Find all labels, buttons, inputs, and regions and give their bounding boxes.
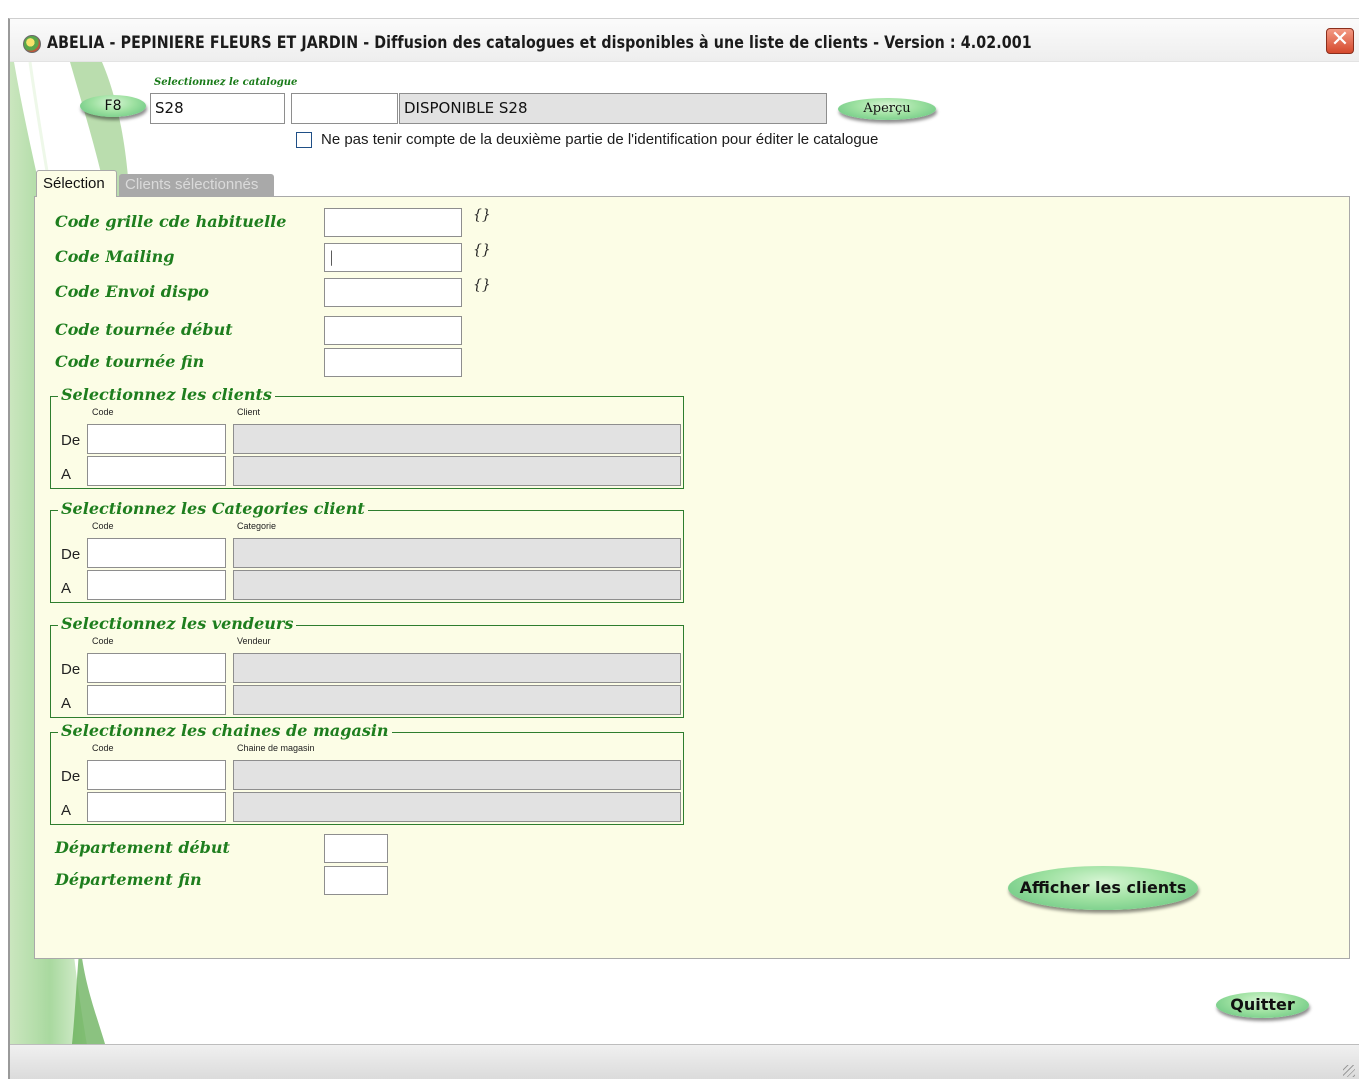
ignore-second-part-checkbox[interactable] (296, 132, 312, 149)
departement-debut-label: Département début (55, 838, 230, 857)
tab-selection[interactable]: Sélection (36, 170, 117, 197)
vendeurs-from-code-input[interactable] (87, 653, 226, 683)
main-window: ABELIA - PEPINIERE FLEURS ET JARDIN - Di… (8, 18, 1359, 1079)
vendeurs-name-header: Vendeur (237, 636, 271, 646)
code-grille-lookup-icon[interactable]: {} (473, 207, 491, 223)
catalogue-section-label: Selectionnez le catalogue (154, 77, 298, 88)
selection-panel: Code grille cde habituelle {} Code Maili… (34, 196, 1350, 959)
clients-from-name-field (233, 424, 681, 454)
categories-to-code-input[interactable] (87, 570, 226, 600)
code-tournee-fin-label: Code tournée fin (55, 352, 205, 371)
tab-clients-selectionnes[interactable]: Clients sélectionnés (119, 174, 274, 197)
app-flower-icon (23, 35, 41, 53)
catalogue-code2-input[interactable] (291, 93, 398, 124)
vendeurs-code-header: Code (92, 636, 114, 646)
chaines-group: Selectionnez les chaines de magasin Code… (50, 721, 684, 825)
chaines-to-name-field (233, 792, 681, 822)
chaines-code-header: Code (92, 743, 114, 753)
catalogue-code-input[interactable]: S28 (150, 93, 285, 124)
categories-to-label: A (61, 580, 72, 597)
preview-button[interactable]: Aperçu (838, 98, 936, 120)
ignore-second-part-label: Ne pas tenir compte de la deuxième parti… (321, 131, 879, 148)
departement-fin-label: Département fin (55, 870, 202, 889)
code-tournee-fin-input[interactable] (324, 348, 462, 377)
vendeurs-group: Selectionnez les vendeurs Code Vendeur D… (50, 614, 684, 718)
clients-to-name-field (233, 456, 681, 486)
quit-button[interactable]: Quitter (1216, 992, 1309, 1018)
vendeurs-from-label: De (61, 661, 81, 678)
vendeurs-to-name-field (233, 685, 681, 715)
code-grille-input[interactable] (324, 208, 462, 237)
chaines-from-code-input[interactable] (87, 760, 226, 790)
code-grille-label: Code grille cde habituelle (55, 212, 287, 231)
code-envoi-input[interactable] (324, 278, 462, 307)
clients-name-header: Client (237, 407, 261, 417)
code-envoi-label: Code Envoi dispo (55, 282, 209, 301)
ignore-second-part-row[interactable]: Ne pas tenir compte de la deuxième parti… (296, 131, 879, 149)
window-title: ABELIA - PEPINIERE FLEURS ET JARDIN - Di… (47, 33, 1032, 53)
code-tournee-debut-label: Code tournée début (55, 320, 233, 339)
vendeurs-group-title: Selectionnez les vendeurs (58, 614, 297, 633)
code-mailing-lookup-icon[interactable]: {} (473, 242, 491, 258)
clients-from-code-input[interactable] (87, 424, 226, 454)
categories-group: Selectionnez les Categories client Code … (50, 499, 684, 603)
vendeurs-to-code-input[interactable] (87, 685, 226, 715)
categories-from-name-field (233, 538, 681, 568)
categories-to-name-field (233, 570, 681, 600)
clients-to-label: A (61, 466, 72, 483)
close-button[interactable]: ✕ (1326, 28, 1354, 54)
chaines-to-label: A (61, 802, 72, 819)
show-clients-button[interactable]: Afficher les clients (1008, 866, 1198, 910)
code-mailing-label: Code Mailing (55, 247, 175, 266)
clients-code-header: Code (92, 407, 114, 417)
categories-code-header: Code (92, 521, 114, 531)
departement-fin-input[interactable] (324, 866, 388, 895)
vendeurs-to-label: A (61, 695, 72, 712)
categories-group-title: Selectionnez les Categories client (58, 499, 368, 518)
catalogue-description-field: DISPONIBLE S28 (399, 93, 827, 124)
chaines-group-title: Selectionnez les chaines de magasin (58, 721, 392, 740)
clients-group: Selectionnez les clients Code Client De … (50, 385, 684, 489)
chaines-name-header: Chaine de magasin (237, 743, 315, 753)
code-mailing-input[interactable]: | (324, 243, 462, 272)
clients-group-title: Selectionnez les clients (58, 385, 275, 404)
categories-from-code-input[interactable] (87, 538, 226, 568)
chaines-from-label: De (61, 768, 81, 785)
categories-name-header: Categorie (237, 521, 277, 531)
status-bar (10, 1044, 1359, 1079)
title-bar: ABELIA - PEPINIERE FLEURS ET JARDIN - Di… (10, 19, 1359, 62)
f8-button[interactable]: F8 (80, 95, 146, 117)
departement-debut-input[interactable] (324, 834, 388, 863)
resize-grip-icon[interactable] (1343, 1065, 1355, 1077)
categories-from-label: De (61, 546, 81, 563)
chaines-from-name-field (233, 760, 681, 790)
code-envoi-lookup-icon[interactable]: {} (473, 277, 491, 293)
clients-from-label: De (61, 432, 81, 449)
code-tournee-debut-input[interactable] (324, 316, 462, 345)
clients-to-code-input[interactable] (87, 456, 226, 486)
vendeurs-from-name-field (233, 653, 681, 683)
chaines-to-code-input[interactable] (87, 792, 226, 822)
